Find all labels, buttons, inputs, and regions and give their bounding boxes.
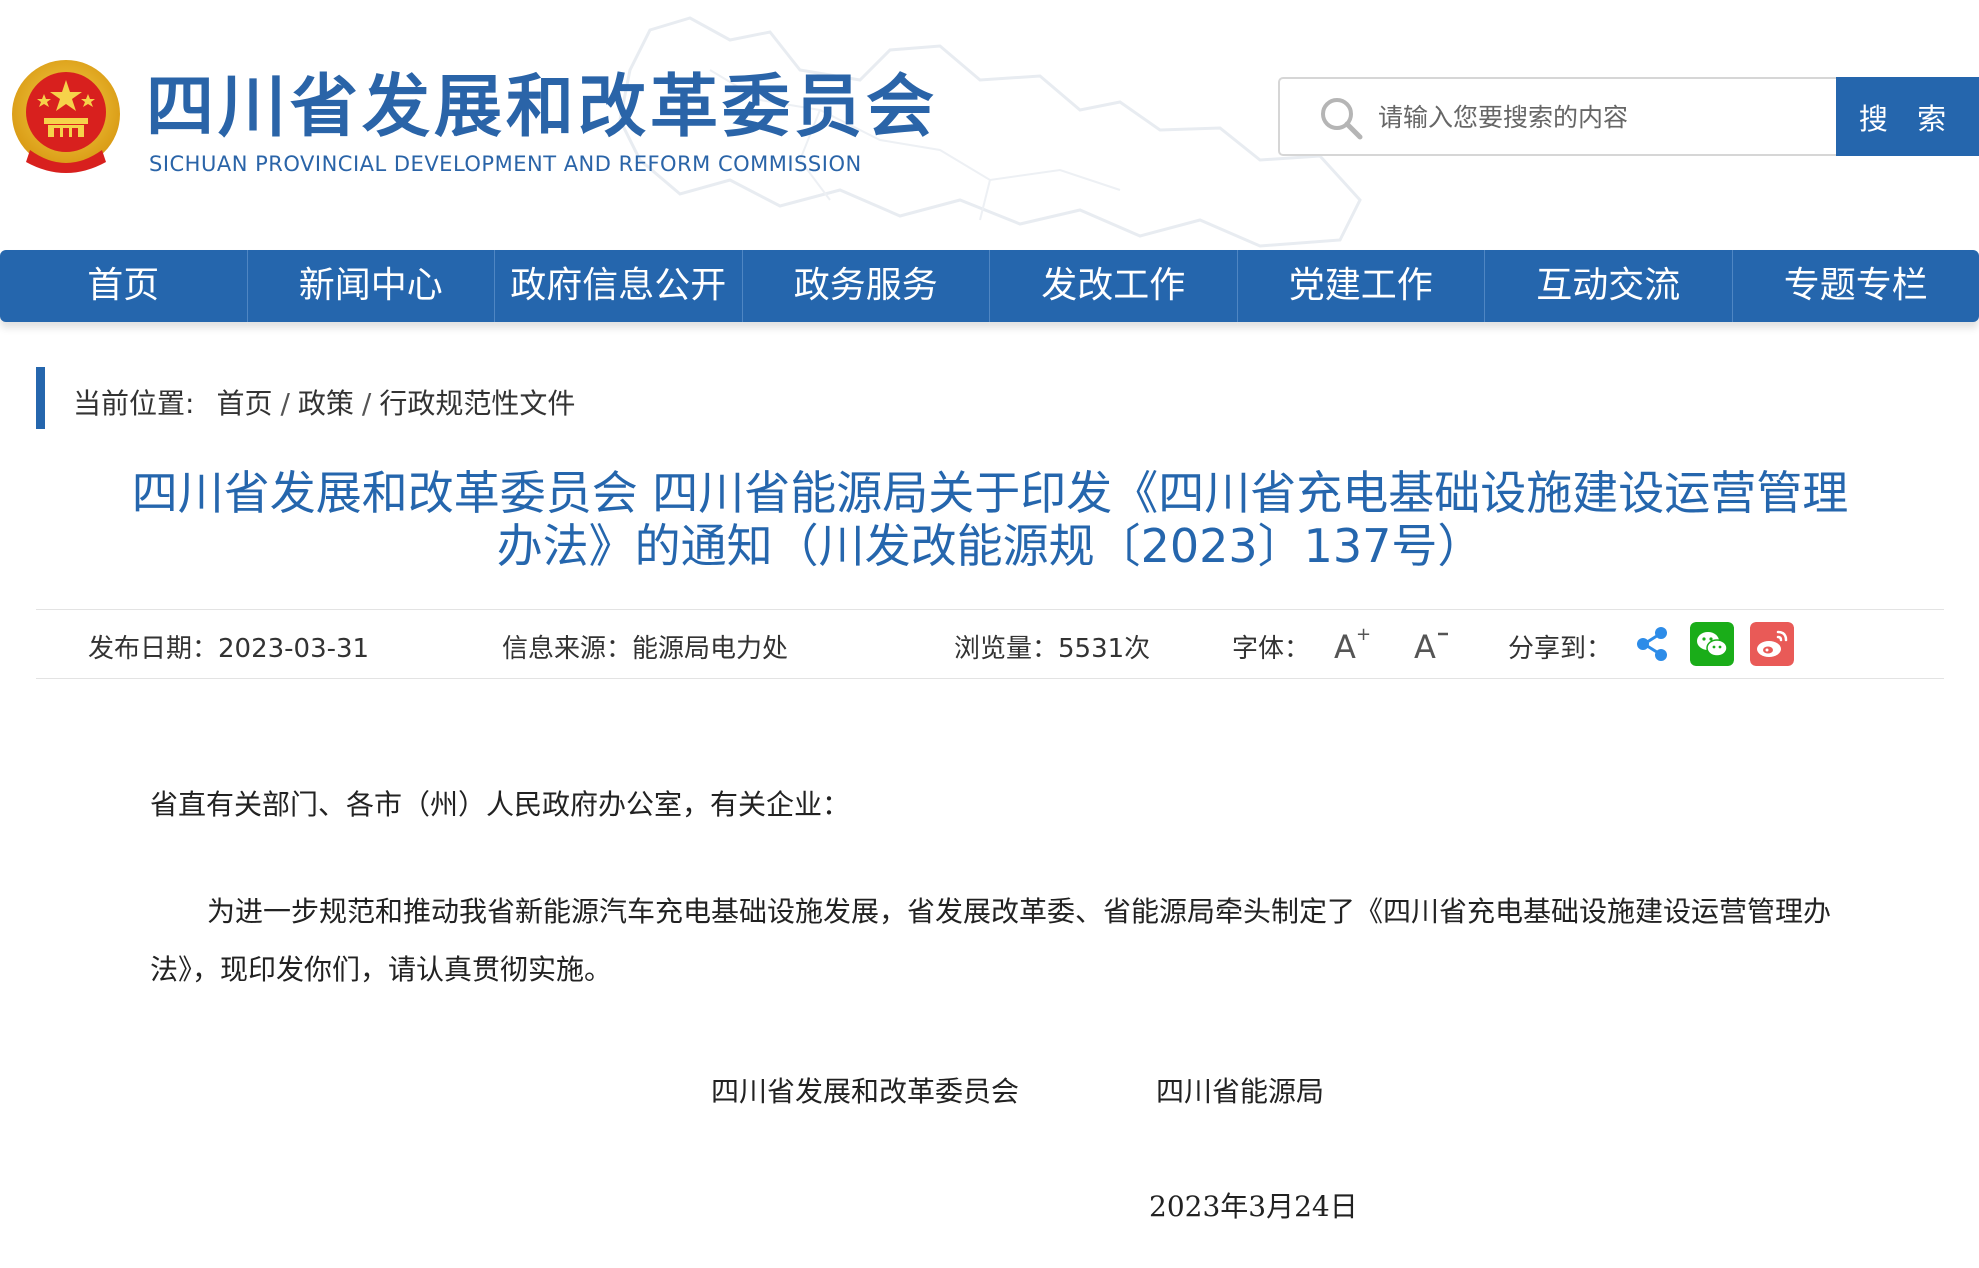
nav-item-services[interactable]: 政务服务: [743, 250, 990, 322]
breadcrumb-label: 当前位置:: [73, 387, 195, 420]
nav-item-topics[interactable]: 专题专栏: [1733, 250, 1979, 322]
font-decrease-icon[interactable]: A: [1412, 624, 1452, 664]
breadcrumb-link-normative-docs[interactable]: 行政规范性文件: [379, 387, 575, 420]
view-count: 浏览量：5531次: [954, 634, 1151, 664]
breadcrumb-link-home[interactable]: 首页: [216, 387, 272, 420]
weibo-icon[interactable]: [1750, 622, 1794, 666]
nav-item-party[interactable]: 党建工作: [1238, 250, 1485, 322]
publish-date: 发布日期：2023-03-31: [88, 634, 370, 664]
share-label: 分享到：: [1508, 634, 1613, 664]
breadcrumb-accent-bar: [36, 367, 45, 429]
national-emblem-icon: [12, 60, 120, 173]
font-decrease-glyph: A: [1414, 628, 1436, 664]
breadcrumb: 当前位置: 首页 / 政策 / 行政规范性文件: [73, 382, 575, 422]
article-meta-bar: 发布日期：2023-03-31 信息来源：能源局电力处 浏览量：5531次 字体…: [36, 609, 1944, 679]
font-increase-glyph: A: [1334, 628, 1356, 664]
main-nav: 首页 新闻中心 政府信息公开 政务服务 发改工作 党建工作 互动交流 专题专栏: [0, 250, 1979, 322]
nav-item-work[interactable]: 发改工作: [990, 250, 1238, 322]
search-input[interactable]: [1378, 91, 1818, 143]
font-increase-plus: +: [1356, 624, 1371, 645]
nav-item-home[interactable]: 首页: [0, 250, 248, 322]
font-increase-icon[interactable]: A +: [1332, 624, 1372, 664]
body-paragraph: 为进一步规范和推动我省新能源汽车充电基础设施发展，省发展改革委、省能源局牵头制定…: [150, 895, 1832, 986]
breadcrumb-link-policy[interactable]: 政策: [298, 387, 354, 420]
search-button[interactable]: 搜 索: [1836, 77, 1979, 156]
info-source: 信息来源：能源局电力处: [502, 634, 789, 664]
site-subtitle: SICHUAN PROVINCIAL DEVELOPMENT AND REFOR…: [149, 152, 862, 176]
nav-item-gov-info[interactable]: 政府信息公开: [495, 250, 743, 322]
font-size-label: 字体：: [1232, 634, 1311, 664]
site-title: 四川省发展和改革委员会: [146, 68, 939, 147]
article-title: 四川省发展和改革委员会 四川省能源局关于印发《四川省充电基础设施建设运营管理办法…: [131, 466, 1849, 573]
signature-date: 2023年3月24日: [1149, 1190, 1358, 1223]
breadcrumb-separator: /: [280, 387, 290, 420]
breadcrumb-separator: /: [361, 387, 372, 420]
search-box: [1278, 77, 1836, 156]
nav-item-interaction[interactable]: 互动交流: [1485, 250, 1733, 322]
search-icon: [1321, 98, 1363, 140]
wechat-icon[interactable]: [1690, 622, 1734, 666]
nav-item-news[interactable]: 新闻中心: [248, 250, 495, 322]
signature-energy-bureau: 四川省能源局: [1156, 1075, 1325, 1108]
salutation: 省直有关部门、各市（州）人民政府办公室，有关企业：: [150, 788, 851, 821]
signature-commission: 四川省发展和改革委员会: [711, 1075, 1020, 1108]
share-icon[interactable]: [1630, 622, 1674, 666]
site-header: 四川省发展和改革委员会 SICHUAN PROVINCIAL DEVELOPME…: [0, 0, 1979, 250]
